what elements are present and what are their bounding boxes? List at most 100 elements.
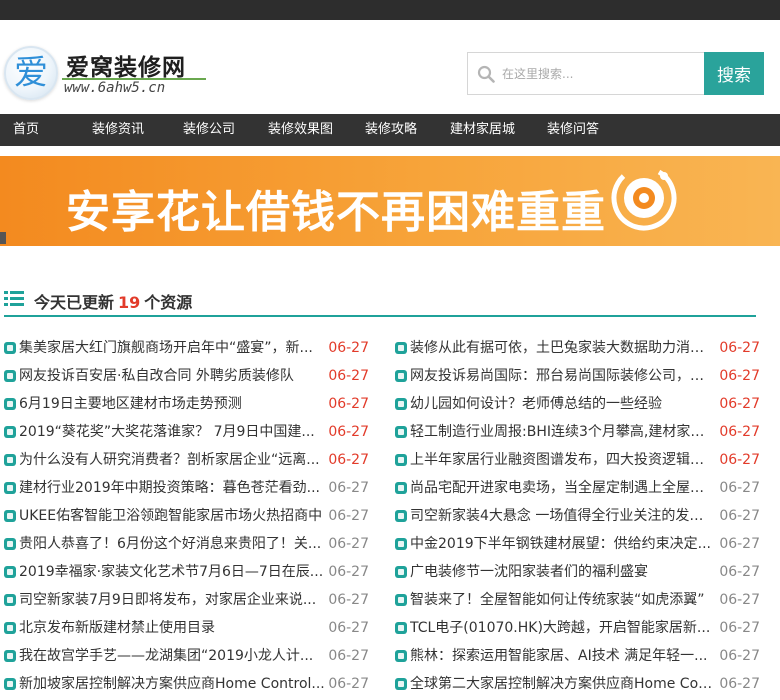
news-title-link[interactable]: 网友投诉百安居·私自改合同 外聘劣质装修队 bbox=[19, 362, 325, 390]
news-title-link[interactable]: 6月19日主要地区建材市场走势预测 bbox=[19, 390, 325, 418]
news-date: 06-27 bbox=[719, 452, 760, 468]
news-title-link[interactable]: 智装来了！全屋智能如何让传统家装“如虎添翼” bbox=[410, 586, 716, 614]
news-item[interactable]: TCL电子(01070.HK)大跨越，开启智能家居新... 06-27 bbox=[395, 614, 760, 642]
bullet-icon bbox=[395, 622, 407, 634]
nav-item-companies[interactable]: 装修公司 bbox=[183, 114, 235, 146]
news-title-link[interactable]: 装修从此有据可依，土巴兔家装大数据助力消费... bbox=[410, 334, 716, 362]
news-item[interactable]: 我在故宫学手艺——龙湖集团“2019小龙人计... 06-27 bbox=[4, 642, 369, 670]
bullet-icon bbox=[395, 454, 407, 466]
news-title-link[interactable]: 新加坡家居控制解决方案供应商Home Control... bbox=[19, 670, 325, 698]
nav-item-guides[interactable]: 装修攻略 bbox=[365, 114, 417, 146]
bullet-icon bbox=[395, 342, 407, 354]
news-date: 06-27 bbox=[719, 340, 760, 356]
news-title-link[interactable]: TCL电子(01070.HK)大跨越，开启智能家居新... bbox=[410, 614, 716, 642]
news-item[interactable]: UKEE佑客智能卫浴领跑智能家居市场火热招商中 06-27 bbox=[4, 502, 369, 530]
news-item[interactable]: 6月19日主要地区建材市场走势预测 06-27 bbox=[4, 390, 369, 418]
news-title-link[interactable]: 广电装修节一沈阳家装者们的福利盛宴 bbox=[410, 558, 716, 586]
news-title-link[interactable]: 幼儿园如何设计？老师傅总结的一些经验 bbox=[410, 390, 716, 418]
news-date: 06-27 bbox=[328, 368, 369, 384]
bullet-icon bbox=[4, 678, 16, 690]
logo-char: 爱 bbox=[14, 53, 48, 93]
news-item[interactable]: 北京发布新版建材禁止使用目录 06-27 bbox=[4, 614, 369, 642]
bullet-icon bbox=[395, 510, 407, 522]
nav-item-gallery[interactable]: 装修效果图 bbox=[268, 114, 333, 146]
news-title-link[interactable]: 贵阳人恭喜了！6月份这个好消息来贵阳了！关... bbox=[19, 530, 325, 558]
news-date: 06-27 bbox=[328, 564, 369, 580]
site-logo[interactable]: 爱 爱窝装修网 www.6ahw5.cn bbox=[0, 42, 210, 104]
news-title-link[interactable]: 建材行业2019年中期投资策略：暮色苍茫看劲... bbox=[19, 474, 325, 502]
news-date: 06-27 bbox=[719, 368, 760, 384]
news-title-link[interactable]: 全球第二大家居控制解决方案供应商Home Con... bbox=[410, 670, 716, 698]
news-title-link[interactable]: 为什么没有人研究消费者？剖析家居企业“远离... bbox=[19, 446, 325, 474]
bullet-icon bbox=[4, 510, 16, 522]
news-title-link[interactable]: 2019幸福家·家装文化艺术节7月6日—7日在辰... bbox=[19, 558, 325, 586]
bullet-icon bbox=[395, 370, 407, 382]
search-button[interactable]: 搜索 bbox=[704, 52, 764, 95]
news-title-link[interactable]: 上半年家居行业融资图谱发布，四大投资逻辑帮... bbox=[410, 446, 716, 474]
bullet-icon bbox=[4, 566, 16, 578]
nav-item-materials[interactable]: 建材家居城 bbox=[450, 114, 515, 146]
nav-item-qa[interactable]: 装修问答 bbox=[547, 114, 599, 146]
news-item[interactable]: 全球第二大家居控制解决方案供应商Home Con... 06-27 bbox=[395, 670, 760, 698]
bullet-icon bbox=[4, 426, 16, 438]
news-date: 06-27 bbox=[328, 340, 369, 356]
news-item[interactable]: 建材行业2019年中期投资策略：暮色苍茫看劲... 06-27 bbox=[4, 474, 369, 502]
bullet-icon bbox=[4, 650, 16, 662]
news-title-link[interactable]: 司空新家装4大悬念 一场值得全行业关注的发布... bbox=[410, 502, 716, 530]
news-title-link[interactable]: 中金2019下半年钢铁建材展望：供给约束决定... bbox=[410, 530, 716, 558]
news-item[interactable]: 轻工制造行业周报:BHI连续3个月攀高,建材家居... 06-27 bbox=[395, 418, 760, 446]
section-prefix: 今天已更新 bbox=[34, 293, 115, 312]
news-date: 06-27 bbox=[328, 648, 369, 664]
news-date: 06-27 bbox=[719, 480, 760, 496]
news-list-left: 集美家居大红门旗舰商场开启年中“盛宴”，新... 06-27 网友投诉百安居·私自改… bbox=[4, 334, 369, 698]
search-input[interactable] bbox=[502, 59, 702, 89]
bullet-icon bbox=[395, 426, 407, 438]
nav-item-news[interactable]: 装修资讯 bbox=[92, 114, 144, 146]
bullet-icon bbox=[4, 482, 16, 494]
section-title: 今天已更新 19 个资源 bbox=[34, 289, 192, 313]
bullet-icon bbox=[395, 482, 407, 494]
news-title-link[interactable]: 网友投诉易尚国际：邢台易尚国际装修公司，收... bbox=[410, 362, 716, 390]
news-date: 06-27 bbox=[328, 508, 369, 524]
news-item[interactable]: 尚品宅配开进家电卖场，当全屋定制遇上全屋家电 06-27 bbox=[395, 474, 760, 502]
news-title-link[interactable]: 轻工制造行业周报:BHI连续3个月攀高,建材家居... bbox=[410, 418, 716, 446]
news-title-link[interactable]: 熊林：探索运用智能家居、AI技术 满足年轻一... bbox=[410, 642, 716, 670]
news-title-link[interactable]: 尚品宅配开进家电卖场，当全屋定制遇上全屋家电 bbox=[410, 474, 716, 502]
news-item[interactable]: 广电装修节一沈阳家装者们的福利盛宴 06-27 bbox=[395, 558, 760, 586]
news-item[interactable]: 装修从此有据可依，土巴兔家装大数据助力消费... 06-27 bbox=[395, 334, 760, 362]
site-url: www.6ahw5.cn bbox=[64, 80, 166, 96]
news-title-link[interactable]: 我在故宫学手艺——龙湖集团“2019小龙人计... bbox=[19, 642, 325, 670]
news-item[interactable]: 智装来了！全屋智能如何让传统家装“如虎添翼” 06-27 bbox=[395, 586, 760, 614]
banner-logo-icon bbox=[611, 165, 677, 231]
news-title-link[interactable]: 北京发布新版建材禁止使用目录 bbox=[19, 614, 325, 642]
news-title-link[interactable]: 集美家居大红门旗舰商场开启年中“盛宴”，新... bbox=[19, 334, 325, 362]
ad-banner[interactable]: 安享花让借钱不再困难重重 bbox=[0, 156, 780, 246]
news-item[interactable]: 司空新家装4大悬念 一场值得全行业关注的发布... 06-27 bbox=[395, 502, 760, 530]
news-date: 06-27 bbox=[328, 480, 369, 496]
bullet-icon bbox=[4, 370, 16, 382]
news-date: 06-27 bbox=[328, 676, 369, 692]
news-item[interactable]: 中金2019下半年钢铁建材展望：供给约束决定... 06-27 bbox=[395, 530, 760, 558]
news-date: 06-27 bbox=[328, 396, 369, 412]
news-date: 06-27 bbox=[328, 620, 369, 636]
news-title-link[interactable]: 2019“葵花奖”大奖花落谁家？ 7月9日中国建... bbox=[19, 418, 325, 446]
news-item[interactable]: 网友投诉百安居·私自改合同 外聘劣质装修队 06-27 bbox=[4, 362, 369, 390]
news-item[interactable]: 集美家居大红门旗舰商场开启年中“盛宴”，新... 06-27 bbox=[4, 334, 369, 362]
nav-item-home[interactable]: 首页 bbox=[13, 114, 39, 146]
news-item[interactable]: 司空新家装7月9日即将发布，对家居企业来说... 06-27 bbox=[4, 586, 369, 614]
update-count: 19 bbox=[118, 293, 141, 312]
news-item[interactable]: 熊林：探索运用智能家居、AI技术 满足年轻一... 06-27 bbox=[395, 642, 760, 670]
bullet-icon bbox=[4, 454, 16, 466]
logo-badge: 爱 bbox=[4, 46, 58, 100]
news-title-link[interactable]: UKEE佑客智能卫浴领跑智能家居市场火热招商中 bbox=[19, 502, 325, 530]
news-item[interactable]: 贵阳人恭喜了！6月份这个好消息来贵阳了！关... 06-27 bbox=[4, 530, 369, 558]
news-item[interactable]: 为什么没有人研究消费者？剖析家居企业“远离... 06-27 bbox=[4, 446, 369, 474]
news-item[interactable]: 网友投诉易尚国际：邢台易尚国际装修公司，收... 06-27 bbox=[395, 362, 760, 390]
news-item[interactable]: 2019“葵花奖”大奖花落谁家？ 7月9日中国建... 06-27 bbox=[4, 418, 369, 446]
news-item[interactable]: 幼儿园如何设计？老师傅总结的一些经验 06-27 bbox=[395, 390, 760, 418]
news-item[interactable]: 2019幸福家·家装文化艺术节7月6日—7日在辰... 06-27 bbox=[4, 558, 369, 586]
news-title-link[interactable]: 司空新家装7月9日即将发布，对家居企业来说... bbox=[19, 586, 325, 614]
news-date: 06-27 bbox=[719, 592, 760, 608]
news-item[interactable]: 新加坡家居控制解决方案供应商Home Control... 06-27 bbox=[4, 670, 369, 698]
news-item[interactable]: 上半年家居行业融资图谱发布，四大投资逻辑帮... 06-27 bbox=[395, 446, 760, 474]
